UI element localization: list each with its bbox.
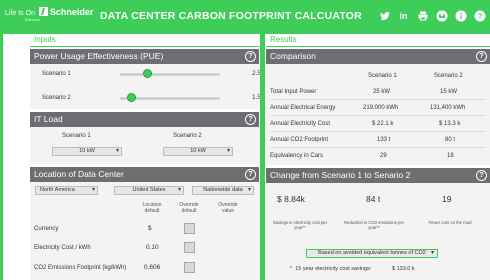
country-select[interactable]: United States — [114, 186, 184, 195]
col-override-value: Override value — [218, 202, 238, 214]
data-source-select[interactable]: Nationwide data — [192, 186, 254, 195]
change-title: Change from Scenario 1 to Senario 2 — [270, 170, 411, 180]
pue-panel-body: Scenario 1 2.50 Scenario 2 1.50 — [30, 64, 265, 109]
comparison-col-s2: Scenario 2 — [434, 73, 463, 79]
total-input-power-s1: 25 kW — [373, 89, 391, 95]
results-rule — [266, 46, 490, 47]
app-title: DATA CENTER CARBON FOOTPRINT CALCUATOR — [100, 10, 362, 22]
pue-scenario-1-handle[interactable] — [143, 69, 152, 78]
currency-default: $ — [148, 225, 152, 232]
annual-energy-s2: 131,400 kWh — [430, 105, 466, 111]
co2-footprint-default: 0.606 — [144, 264, 161, 271]
comparison-panel-header: Comparison ? — [266, 49, 490, 64]
logo-mark-icon — [38, 7, 48, 16]
it-load-help-icon[interactable]: ? — [245, 114, 256, 125]
fewer-cars-value: 19 — [442, 194, 452, 204]
cars-label: Equivalency in Cars — [270, 153, 324, 159]
fifteen-year-label-text: 15 year electricity cost savings: — [295, 266, 372, 272]
pue-scenario-2-label: Scenario 2 — [42, 95, 71, 101]
it-load-title: IT Load — [34, 114, 63, 124]
help-icon[interactable]: ? — [473, 9, 486, 22]
co2-footprint-label: CO2 Emissions Footprint (kg/kWh) — [34, 265, 127, 271]
cars-s1: 29 — [380, 153, 387, 159]
comparison-help-icon[interactable]: ? — [476, 51, 487, 62]
region-select[interactable]: North America — [35, 186, 98, 195]
svg-text:?: ? — [477, 13, 481, 20]
total-input-power-s2: 15 kW — [440, 89, 458, 95]
pue-scenario-2-handle[interactable] — [127, 93, 136, 102]
change-panel-body: $ 8.84k 84 t 19 Savings in electricity c… — [266, 183, 490, 280]
cars-s2: 18 — [447, 153, 454, 159]
it-load-scenario-1-label: Scenario 1 — [62, 133, 91, 139]
fewer-cars-caption: Fewer cars on the road — [428, 220, 472, 225]
electricity-cost-label: Electricity Cost / kWh — [34, 245, 91, 251]
it-load-scenario-1-select[interactable]: 10 kW — [52, 147, 122, 156]
location-help-icon[interactable]: ? — [245, 169, 256, 180]
col-override-default: Override default — [179, 202, 199, 214]
co2-reduction-caption: Reduction in CO2 emissions per year** — [343, 220, 405, 231]
twitter-icon[interactable] — [378, 9, 391, 22]
social-toolbar: in ? — [378, 9, 486, 22]
electricity-cost-default: 0.10 — [146, 244, 159, 251]
it-load-scenario-2-label: Scenario 2 — [173, 133, 202, 139]
annual-co2-label: Annual CO2 Footprint — [270, 137, 329, 143]
location-panel-body: North America United States Nationwide d… — [30, 182, 259, 280]
savings-value: $ 8.84k — [277, 194, 305, 204]
currency-override-checkbox[interactable] — [184, 223, 195, 234]
pue-help-icon[interactable]: ? — [245, 51, 256, 62]
comparison-col-s1: Scenario 1 — [368, 73, 397, 79]
col-location-default: Location default — [142, 202, 162, 214]
annual-co2-s2: 80 t — [445, 137, 456, 143]
change-help-icon[interactable]: ? — [476, 170, 487, 181]
pue-title: Power Usage Effectiveness (PUE) — [34, 51, 164, 61]
annual-energy-s1: 219,000 kWh — [363, 105, 399, 111]
pue-panel-header: Power Usage Effectiveness (PUE) ? — [30, 49, 259, 64]
currency-label: Currency — [34, 226, 59, 232]
fifteen-year-label: * 15 year electricity cost savings: — [290, 266, 372, 272]
logo-brand: Schneider — [49, 7, 94, 17]
info-icon[interactable] — [454, 9, 467, 22]
co2-footprint-override-checkbox[interactable] — [184, 262, 195, 273]
change-panel-header: Change from Scenario 1 to Senario 2 ? — [266, 168, 490, 183]
annual-cost-s1: $ 22.1 k — [372, 121, 394, 127]
annual-cost-s2: $ 13.3 k — [439, 121, 461, 127]
basis-select[interactable]: Based on avoided equivalent tonnes of CO… — [306, 249, 438, 258]
annual-energy-label: Annual Electrical Energy — [270, 105, 336, 111]
pue-scenario-1-label: Scenario 1 — [42, 71, 71, 77]
comparison-panel-body: Scenario 1 Scenario 2 Total Input Power … — [266, 64, 490, 165]
print-icon[interactable] — [416, 9, 429, 22]
comparison-title: Comparison — [270, 51, 316, 61]
pue-scenario-1-slider[interactable] — [120, 73, 220, 76]
app-header: Life Is On Schneider Electric DATA CENTE… — [0, 0, 490, 34]
comparison-row-divider — [270, 131, 486, 132]
electricity-cost-override-checkbox[interactable] — [184, 242, 195, 253]
column-divider — [260, 34, 265, 280]
it-load-panel-body: Scenario 1 10 kW Scenario 2 10 kW — [30, 127, 259, 164]
comparison-row-divider — [270, 99, 486, 100]
annual-co2-s1: 133 t — [377, 137, 391, 143]
total-input-power-label: Total Input Power — [270, 89, 317, 95]
logo-prefix: Life Is On — [5, 10, 35, 17]
it-load-panel-header: IT Load ? — [30, 112, 259, 127]
linkedin-icon[interactable]: in — [397, 9, 410, 22]
inputs-rule — [30, 46, 259, 47]
logo-sub: Electric — [25, 17, 41, 22]
comparison-row-divider — [270, 147, 486, 148]
comparison-row-divider — [270, 115, 486, 116]
schneider-logo[interactable]: Life Is On Schneider Electric — [5, 7, 93, 22]
location-panel-header: Location of Data Center ? — [30, 167, 259, 182]
annual-cost-label: Annual Electricity Cost — [270, 121, 331, 127]
it-load-scenario-2-select[interactable]: 10 kW — [163, 147, 233, 156]
co2-reduction-value: 84 t — [366, 194, 381, 204]
fifteen-year-value: $ 133.0 k — [392, 266, 415, 272]
email-icon[interactable] — [435, 9, 448, 22]
savings-caption: Savings in electricity cost per year** — [273, 220, 327, 231]
location-title: Location of Data Center — [34, 169, 124, 179]
left-accent-bar — [0, 34, 3, 280]
